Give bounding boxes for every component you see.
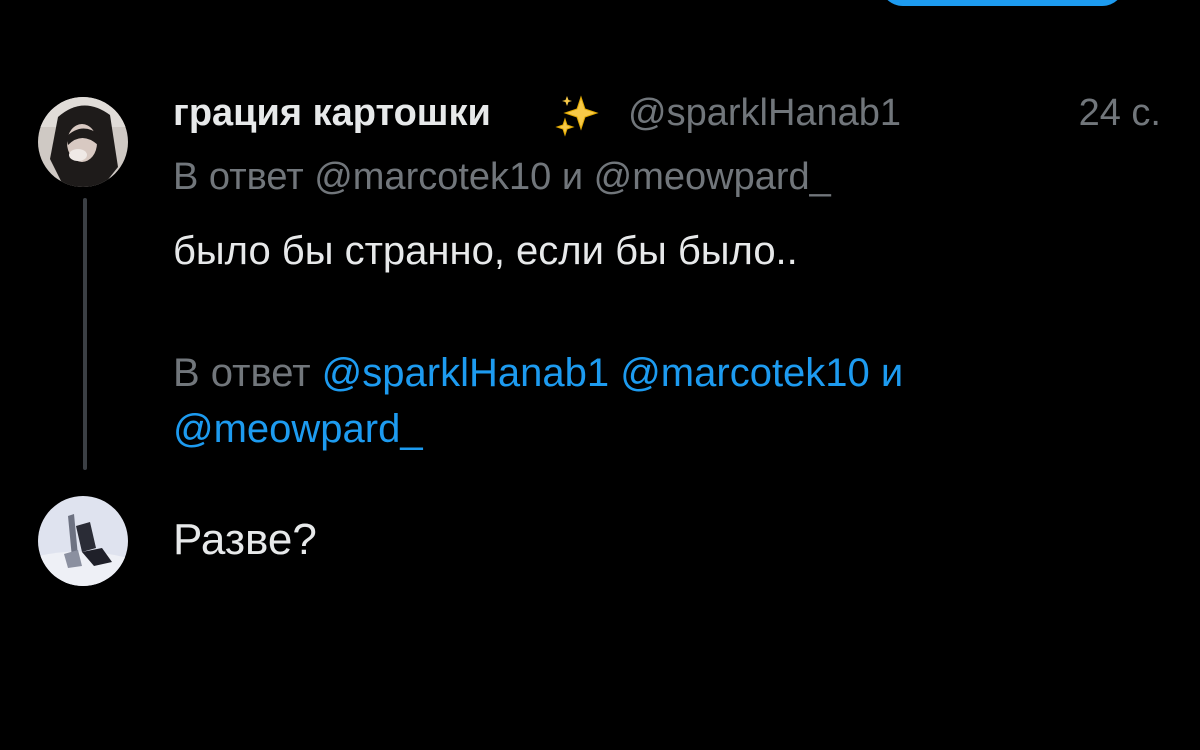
avatar-photo-icon — [38, 97, 128, 187]
replying-to-prefix: В ответ — [173, 351, 311, 395]
mention-marcotek10[interactable]: @marcotek10 — [620, 351, 870, 395]
tweet-timestamp[interactable]: 24 с. — [1079, 88, 1161, 138]
mention-sparklhanab1[interactable]: @sparklHanab1 — [322, 351, 609, 395]
mention-meowpard[interactable]: @meowpard_ — [173, 407, 423, 451]
avatar-photo-icon — [38, 496, 128, 586]
compose-replying-to: В ответ @sparklHanab1 @marcotek10 и @meo… — [173, 345, 1103, 457]
reply-button[interactable] — [880, 0, 1125, 6]
sparkles-icon — [555, 95, 599, 137]
author-avatar[interactable] — [38, 97, 128, 187]
tweet-header: грация картошки @sparklHanab1 24 с. — [173, 88, 1173, 138]
compose-text-input[interactable]: Разве? — [173, 512, 317, 568]
mention-conjunction: и — [880, 351, 904, 395]
tweet-text: было бы странно, если бы было.. — [173, 229, 798, 273]
own-avatar[interactable] — [38, 496, 128, 586]
user-handle[interactable]: @sparklHanab1 — [628, 88, 901, 138]
display-name[interactable]: грация картошки — [173, 88, 491, 138]
replying-to-label: В ответ @marcotek10 и @meowpard_ — [173, 156, 831, 198]
thread-connector-line — [83, 198, 87, 470]
